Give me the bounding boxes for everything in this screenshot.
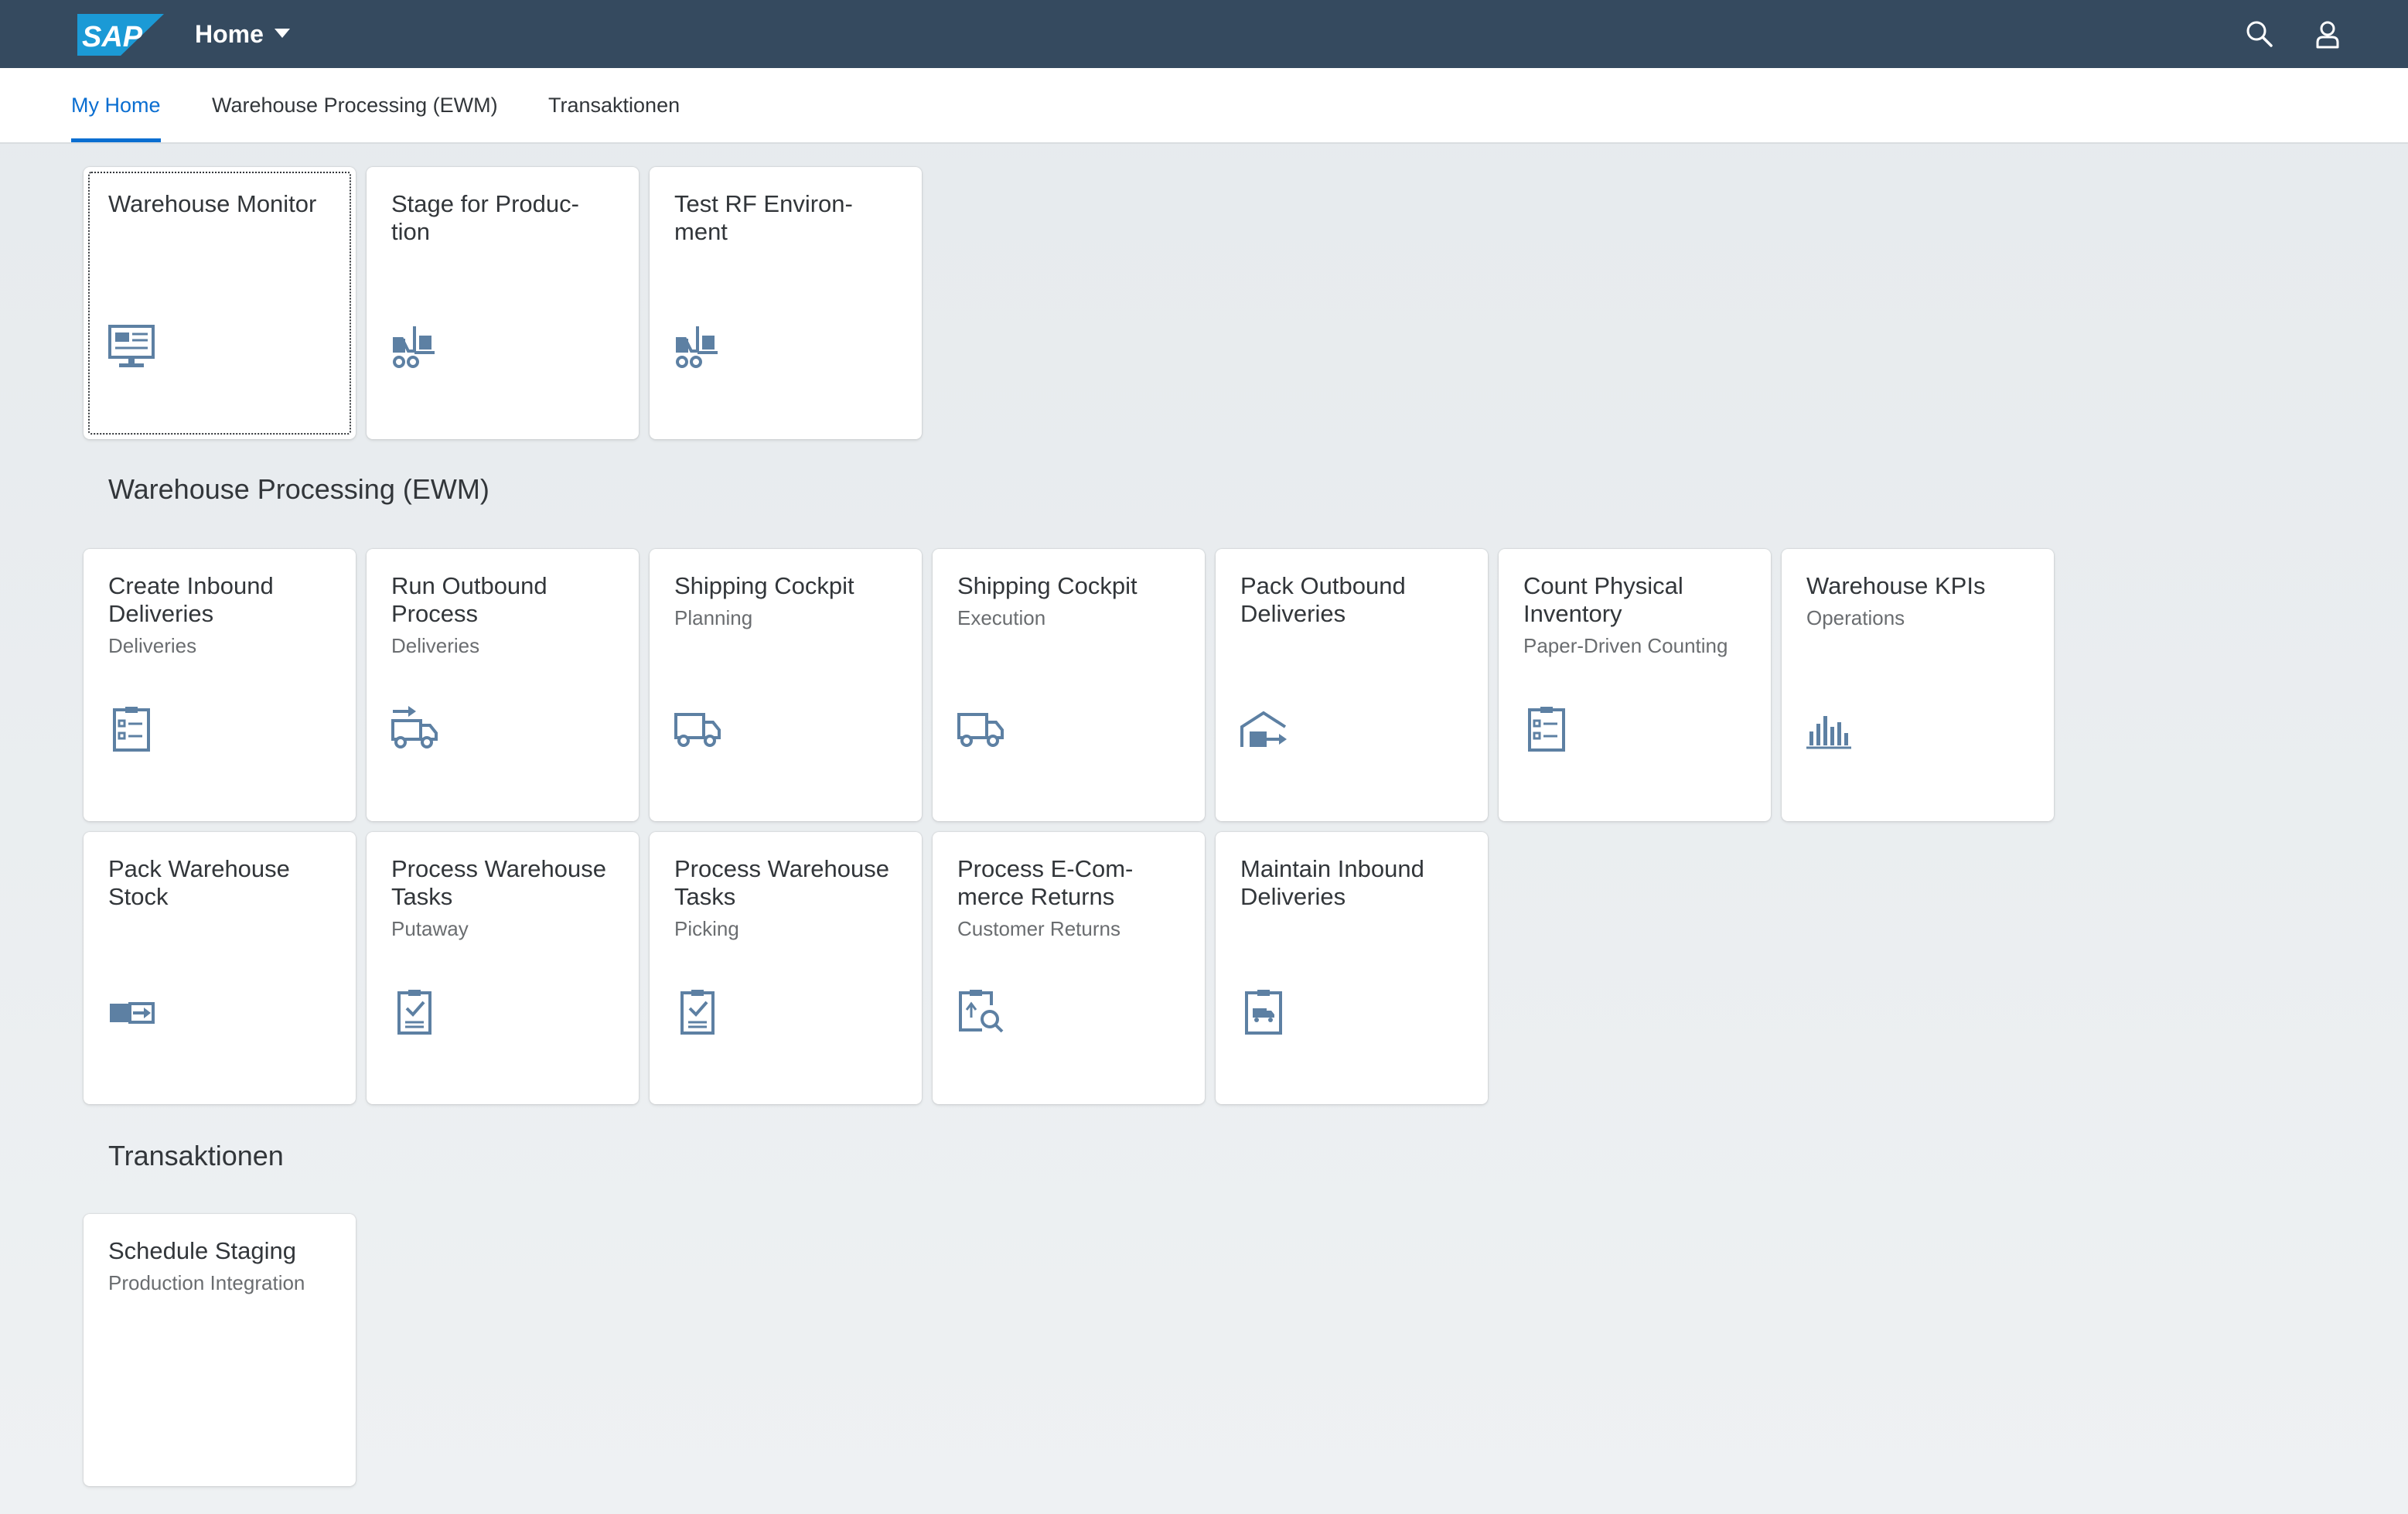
forklift-icon <box>673 322 722 371</box>
tile-warehouse-monitor[interactable]: Warehouse Monitor <box>84 167 356 439</box>
tab-label: My Home <box>71 93 161 117</box>
tile-subtitle: Deliveries <box>108 634 197 657</box>
tile-warehouse-kpis[interactable]: Warehouse KPIs Operations <box>1782 549 2054 821</box>
tile-shipping-cockpit-planning[interactable]: Shipping Cockpit Planning <box>650 549 922 821</box>
tile-title: Process E-Com-merce Returns <box>957 855 1134 910</box>
tile-subtitle: Deliveries <box>391 634 480 657</box>
tile-pack-warehouse-stock[interactable]: Pack Warehouse Stock <box>84 832 356 1104</box>
tile-title: Shipping Cockpit <box>674 572 854 599</box>
tile-title: Warehouse KPIs <box>1806 572 1986 599</box>
chevron-down-icon <box>274 29 290 38</box>
tile-title: Maintain Inbound Deliveries <box>1240 855 1424 910</box>
tile-create-inbound-deliveries[interactable]: Create Inbound Deliveries Deliveries <box>84 549 356 821</box>
monitor-icon <box>107 322 156 371</box>
tile-title: Process Warehouse Tasks <box>674 855 889 910</box>
tile-test-rf-environment[interactable]: Test RF Environ-ment <box>650 167 922 439</box>
sap-logo-text: SAP <box>82 21 143 53</box>
tile-subtitle: Customer Returns <box>957 917 1120 940</box>
tab-warehouse-processing[interactable]: Warehouse Processing (EWM) <box>212 68 498 142</box>
tile-stage-for-production[interactable]: Stage for Produc-tion <box>367 167 639 439</box>
tile-subtitle: Putaway <box>391 917 469 940</box>
tile-title: Schedule Staging <box>108 1237 297 1264</box>
tile-title: Process Warehouse Tasks <box>391 855 606 910</box>
truck-icon <box>956 704 1005 753</box>
tile-schedule-staging[interactable]: Schedule Staging Production Integration <box>84 1214 356 1486</box>
anchor-navigation-bar: My Home Warehouse Processing (EWM) Trans… <box>0 68 2408 144</box>
forklift-icon <box>390 322 439 371</box>
tile-process-warehouse-tasks-picking[interactable]: Process Warehouse Tasks Picking <box>650 832 922 1104</box>
tile-process-warehouse-tasks-putaway[interactable]: Process Warehouse Tasks Putaway <box>367 832 639 1104</box>
tile-subtitle: Picking <box>674 917 739 940</box>
tile-process-ecommerce-returns[interactable]: Process E-Com-merce Returns Customer Ret… <box>933 832 1205 1104</box>
tile-title: Run Outbound Process <box>391 572 547 627</box>
search-icon[interactable] <box>2244 19 2275 49</box>
tile-title: Pack Outbound Deliveries <box>1240 572 1406 627</box>
user-icon[interactable] <box>2312 19 2343 49</box>
tile-subtitle: Planning <box>674 606 753 629</box>
group-title-warehouse-processing: Warehouse Processing (EWM) <box>108 473 489 505</box>
tile-title: Shipping Cockpit <box>957 572 1137 599</box>
truck-icon <box>673 704 722 753</box>
tile-title: Count Physical Inventory <box>1523 572 1683 627</box>
tile-title: Create Inbound Deliveries <box>108 572 274 627</box>
tile-subtitle: Execution <box>957 606 1046 629</box>
tile-subtitle: Operations <box>1806 606 1905 629</box>
warehouse-out-icon <box>1239 704 1288 753</box>
tab-my-home[interactable]: My Home <box>71 68 161 142</box>
tile-title: Warehouse Monitor <box>108 190 317 217</box>
home-title: Home <box>195 19 264 48</box>
shell-bar: SAP Home <box>0 0 2408 68</box>
truck-arrow-icon <box>390 704 439 753</box>
tab-transaktionen[interactable]: Transaktionen <box>548 68 680 142</box>
tile-shipping-cockpit-execution[interactable]: Shipping Cockpit Execution <box>933 549 1205 821</box>
tile-subtitle: Paper-Driven Counting <box>1523 634 1728 657</box>
home-menu-button[interactable]: Home <box>195 17 290 51</box>
clipboard-truck-icon <box>1239 987 1288 1036</box>
tile-pack-outbound-deliveries[interactable]: Pack Outbound Deliveries <box>1216 549 1488 821</box>
tile-title: Stage for Produc-tion <box>391 190 579 245</box>
tile-run-outbound-process[interactable]: Run Outbound Process Deliveries <box>367 549 639 821</box>
sap-logo[interactable]: SAP <box>77 14 164 56</box>
tile-count-physical-inventory[interactable]: Count Physical Inventory Paper-Driven Co… <box>1499 549 1771 821</box>
task-check-icon <box>390 987 439 1036</box>
checklist-icon <box>1522 704 1571 753</box>
bar-chart-icon <box>1805 704 1854 753</box>
stock-transfer-icon <box>107 987 156 1036</box>
tab-label: Warehouse Processing (EWM) <box>212 93 498 117</box>
group-title-transaktionen: Transaktionen <box>108 1140 284 1171</box>
tile-maintain-inbound-deliveries[interactable]: Maintain Inbound Deliveries <box>1216 832 1488 1104</box>
tile-title: Pack Warehouse Stock <box>108 855 290 910</box>
returns-search-icon <box>956 987 1005 1036</box>
tab-label: Transaktionen <box>548 93 680 117</box>
checklist-icon <box>107 704 156 753</box>
task-check-icon <box>673 987 722 1036</box>
tile-subtitle: Production Integration <box>108 1271 305 1294</box>
tile-title: Test RF Environ-ment <box>674 190 853 245</box>
